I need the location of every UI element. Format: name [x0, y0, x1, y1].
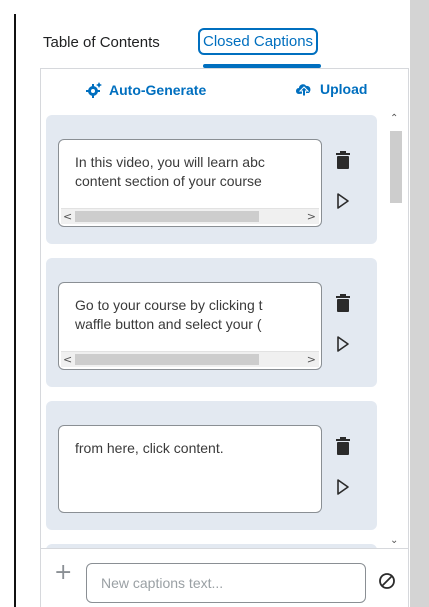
scrollbar-thumb[interactable] [390, 131, 402, 203]
trash-icon[interactable] [335, 437, 351, 455]
caption-text: In this video, you will learn abc conten… [75, 154, 265, 189]
caption-text-field[interactable]: In this video, you will learn abc conten… [58, 139, 322, 227]
caption-list[interactable]: In this video, you will learn abc conten… [41, 111, 408, 548]
caption-text: Go to your course by clicking t waffle b… [75, 297, 263, 332]
vertical-scrollbar[interactable]: ⌃ ⌄ [388, 111, 404, 548]
panel-right-border [408, 68, 409, 607]
tab-table-of-contents[interactable]: Table of Contents [43, 34, 160, 51]
auto-generate-label: Auto-Generate [109, 82, 207, 98]
caption-card: In this video, you will learn abc conten… [46, 115, 377, 244]
scroll-left-icon[interactable]: < [63, 209, 72, 225]
caption-actions: Auto-Generate Upload [41, 69, 408, 111]
trash-icon[interactable] [335, 151, 351, 169]
play-icon[interactable] [336, 192, 350, 210]
play-icon[interactable] [336, 478, 350, 496]
scroll-right-icon[interactable]: > [307, 352, 316, 368]
scrollbar-thumb[interactable] [75, 211, 259, 222]
tab-bar: Table of Contents Closed Captions [41, 28, 401, 68]
scroll-up-icon[interactable]: ⌃ [390, 113, 398, 124]
upload-label: Upload [320, 81, 368, 97]
cloud-upload-icon [296, 84, 311, 97]
scroll-left-icon[interactable]: < [63, 352, 72, 368]
scroll-down-icon[interactable]: ⌄ [390, 535, 398, 546]
trash-icon[interactable] [335, 294, 351, 312]
caption-text-field[interactable]: from here, click content. [58, 425, 322, 513]
upload-button[interactable]: Upload [294, 81, 367, 97]
play-icon[interactable] [336, 335, 350, 353]
horizontal-scrollbar[interactable]: < > [61, 208, 319, 224]
caption-card: Go to your course by clicking t waffle b… [46, 258, 377, 387]
new-caption-input[interactable] [86, 563, 366, 603]
horizontal-scrollbar[interactable]: < > [61, 351, 319, 367]
scroll-right-icon[interactable]: > [307, 209, 316, 225]
caption-text-field[interactable]: Go to your course by clicking t waffle b… [58, 282, 322, 370]
left-divider [14, 14, 16, 607]
plus-icon[interactable]: + [54, 562, 72, 584]
cancel-icon[interactable] [378, 572, 396, 590]
auto-generate-button[interactable]: Auto-Generate [85, 81, 206, 99]
tab-closed-captions[interactable]: Closed Captions [198, 28, 319, 55]
right-gutter [410, 0, 429, 607]
gear-sparkle-icon [86, 82, 102, 98]
footer-divider [41, 548, 409, 549]
caption-card: from here, click content. [46, 401, 377, 530]
caption-text: from here, click content. [75, 440, 224, 456]
scrollbar-thumb[interactable] [75, 354, 259, 365]
